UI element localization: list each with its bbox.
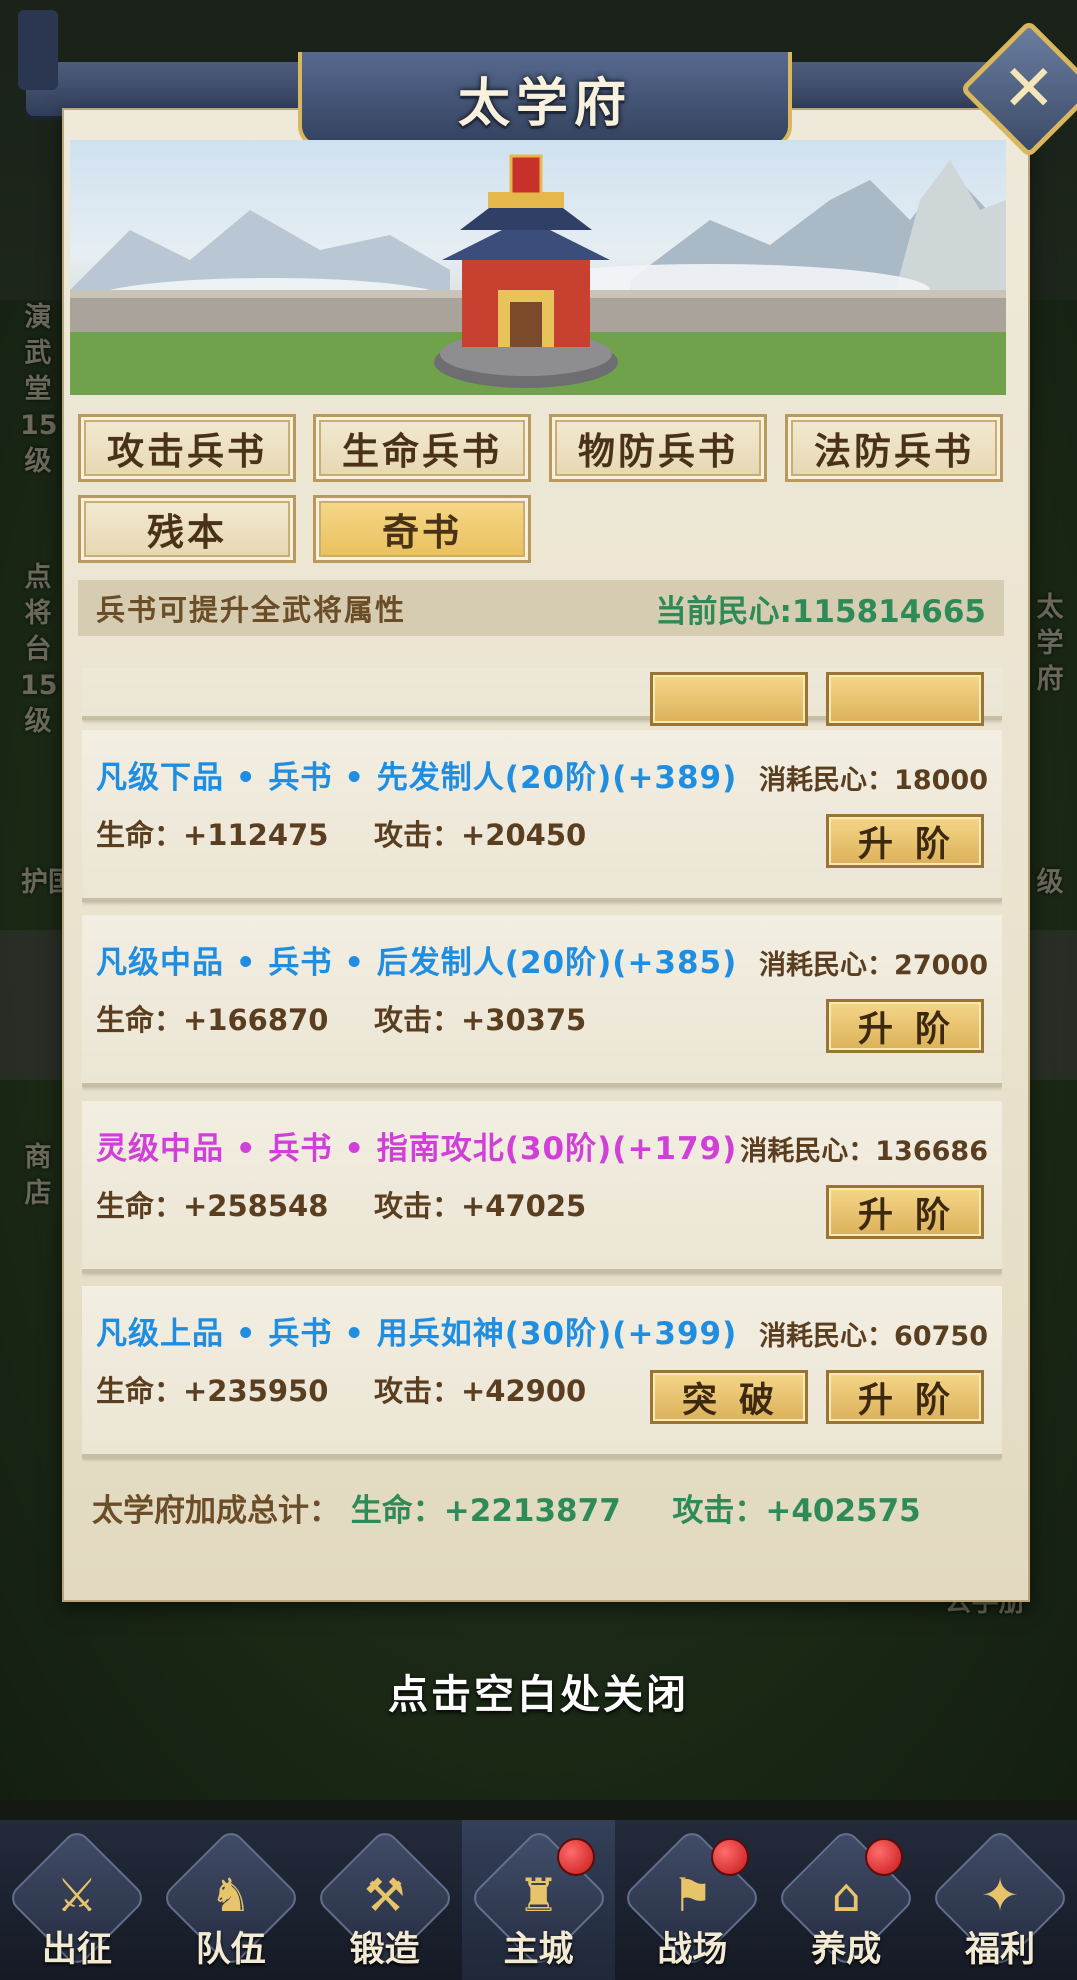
book-title: 凡级中品 • 兵书 • 后发制人(20阶)(+385) bbox=[96, 945, 738, 981]
book-list[interactable]: 凡级下品 • 兵书 • 先发制人(20阶)(+389) 消耗民心：18000 生… bbox=[82, 668, 1002, 1468]
info-description: 兵书可提升全武将属性 bbox=[96, 593, 407, 627]
scroll-cap-left bbox=[18, 10, 58, 90]
building-illustration bbox=[70, 154, 1006, 395]
book-atk: 攻击：+47025 bbox=[374, 1189, 587, 1223]
book-title: 凡级下品 • 兵书 • 先发制人(20阶)(+389) bbox=[96, 760, 738, 796]
info-bar: 兵书可提升全武将属性 当前民心:115814665 bbox=[78, 580, 1004, 636]
bonus-total-label: 太学府加成总计： bbox=[92, 1493, 340, 1529]
bonus-total: 太学府加成总计： 生命：+2213877 攻击：+402575 bbox=[92, 1485, 921, 1530]
book-cost: 消耗民心：18000 bbox=[759, 765, 988, 796]
list-item: 凡级上品 • 兵书 • 用兵如神(30阶)(+399) 消耗民心：60750 生… bbox=[82, 1286, 1002, 1458]
tab-attack-books[interactable]: 攻击兵书 bbox=[78, 414, 296, 482]
upgrade-button[interactable]: 升阶 bbox=[826, 999, 984, 1053]
book-atk: 攻击：+30375 bbox=[374, 1003, 587, 1037]
nav-item-forge[interactable]: ⚒ 锻造 bbox=[308, 1820, 462, 1980]
list-item: 灵级中品 • 兵书 • 指南攻北(30阶)(+179) 消耗民心：136686 … bbox=[82, 1101, 1002, 1273]
banner-illustration bbox=[70, 140, 1006, 395]
tab-magic-def-books[interactable]: 法防兵书 bbox=[785, 414, 1003, 482]
bonus-total-hp: 生命：+2213877 bbox=[350, 1493, 621, 1529]
warrior-glyph: ♞ bbox=[210, 1868, 252, 1922]
book-cost: 消耗民心：27000 bbox=[759, 950, 988, 981]
upgrade-button[interactable]: 升阶 bbox=[826, 1370, 984, 1424]
swords-glyph: ⚔ bbox=[56, 1868, 98, 1922]
tab-rare-books[interactable]: 奇书 bbox=[313, 495, 531, 563]
list-item: 凡级下品 • 兵书 • 先发制人(20阶)(+389) 消耗民心：18000 生… bbox=[82, 730, 1002, 902]
castle-glyph: ♜ bbox=[517, 1868, 560, 1922]
close-hint: 点击空白处关闭 bbox=[388, 1672, 689, 1718]
partial-button[interactable] bbox=[826, 672, 984, 726]
book-hp: 生命：+112475 bbox=[96, 818, 329, 852]
notification-badge bbox=[711, 1838, 750, 1876]
book-title: 凡级上品 • 兵书 • 用兵如神(30阶)(+399) bbox=[96, 1316, 738, 1352]
nav-label: 主城 bbox=[503, 1930, 574, 1970]
breakthrough-button[interactable]: 突破 bbox=[650, 1370, 808, 1424]
book-hp: 生命：+235950 bbox=[96, 1374, 329, 1408]
partial-button[interactable] bbox=[650, 672, 808, 726]
nav-label: 养成 bbox=[811, 1930, 882, 1970]
nav-item-welfare[interactable]: ✦ 福利 bbox=[923, 1820, 1077, 1980]
nav-label: 战场 bbox=[657, 1930, 728, 1970]
upgrade-button[interactable]: 升阶 bbox=[826, 814, 984, 868]
list-item: 凡级中品 • 兵书 • 后发制人(20阶)(+385) 消耗民心：27000 生… bbox=[82, 915, 1002, 1087]
upgrade-button[interactable]: 升阶 bbox=[826, 1185, 984, 1239]
current-morale: 当前民心:115814665 bbox=[655, 593, 986, 630]
book-atk: 攻击：+20450 bbox=[374, 818, 587, 852]
nav-label: 队伍 bbox=[195, 1930, 266, 1970]
nav-item-expedition[interactable]: ⚔ 出征 bbox=[0, 1820, 154, 1980]
nav-label: 出征 bbox=[41, 1930, 112, 1970]
gift-glyph: ✦ bbox=[980, 1868, 1020, 1922]
forge-glyph: ⚒ bbox=[364, 1868, 406, 1922]
battlefield-glyph: ⚑ bbox=[671, 1868, 713, 1922]
book-title: 灵级中品 • 兵书 • 指南攻北(30阶)(+179) bbox=[96, 1131, 738, 1167]
nav-item-team[interactable]: ♞ 队伍 bbox=[154, 1820, 308, 1980]
tab-phys-def-books[interactable]: 物防兵书 bbox=[549, 414, 767, 482]
nav-item-develop[interactable]: ⌂ 养成 bbox=[769, 1820, 923, 1980]
book-hp: 生命：+258548 bbox=[96, 1189, 329, 1223]
close-icon: ✕ bbox=[1002, 52, 1056, 126]
pagoda-glyph: ⌂ bbox=[831, 1868, 861, 1922]
notification-badge bbox=[865, 1838, 904, 1876]
book-cost: 消耗民心：60750 bbox=[759, 1321, 988, 1352]
book-atk: 攻击：+42900 bbox=[374, 1374, 587, 1408]
list-item-partial bbox=[82, 668, 1002, 726]
nav-label: 锻造 bbox=[349, 1930, 420, 1970]
book-hp: 生命：+166870 bbox=[96, 1003, 329, 1037]
nav-item-battlefield[interactable]: ⚑ 战场 bbox=[615, 1820, 769, 1980]
book-cost: 消耗民心：136686 bbox=[740, 1136, 988, 1167]
notification-badge bbox=[557, 1838, 596, 1876]
page-title: 太学府 bbox=[457, 73, 632, 134]
bonus-total-atk: 攻击：+402575 bbox=[672, 1493, 921, 1529]
title-plate: 太学府 bbox=[298, 52, 792, 148]
bottom-nav: ⚔ 出征 ♞ 队伍 ⚒ 锻造 ♜ 主城 ⚑ 战场 ⌂ 养成 ✦ 福利 bbox=[0, 1820, 1077, 1980]
tab-fragments[interactable]: 残本 bbox=[78, 495, 296, 563]
tab-life-books[interactable]: 生命兵书 bbox=[313, 414, 531, 482]
nav-item-main-city[interactable]: ♜ 主城 bbox=[461, 1820, 616, 1980]
nav-label: 福利 bbox=[965, 1930, 1036, 1970]
